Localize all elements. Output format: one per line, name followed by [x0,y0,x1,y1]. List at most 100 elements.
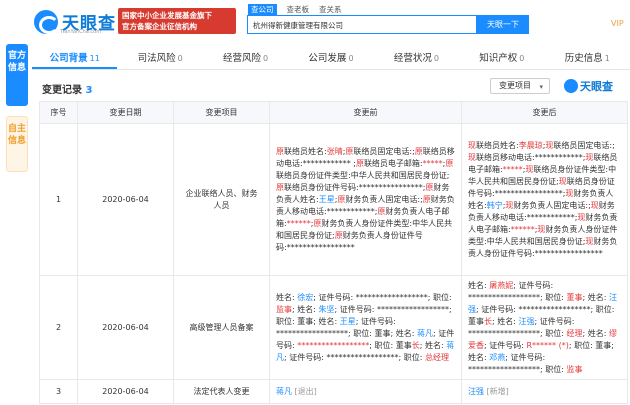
highlight-text: 监事 [276,304,292,314]
record-text: [退出] [294,386,317,396]
table-header-row: 序号 变更日期 变更项目 变更前 变更后 [39,101,628,124]
highlight-text: ***** [502,164,523,174]
record-text: ; 证件号码: ******************; 职位: [284,352,425,362]
person-link[interactable]: 王星 [340,317,356,326]
row-before: 原联络员姓名:张晴;原联络员固定电话:;原联络员移动电话:***********… [269,123,462,276]
col-before: 变更前 [269,101,462,124]
eye-logo-icon [564,79,578,93]
col-after: 变更后 [461,101,628,124]
highlight-text: ***** [422,158,443,168]
record-text: 姓名: [468,280,490,290]
person-link[interactable]: 汪强 [468,387,484,396]
highlight-text: 屠燕妮 [489,280,514,290]
record-text: 联络员固定电话:; [553,140,615,150]
tab-company-background[interactable]: 公司背景 11 [32,48,118,69]
search-button[interactable]: 天眼一下 [477,15,529,34]
highlight-text: 原 [355,158,364,168]
row-index: 2 [39,275,78,380]
row-item: 企业联络人员、财务人员 [173,123,270,276]
highlight-text: ****** [510,224,535,234]
side-tab-self[interactable]: 自主信息 [6,116,28,172]
person-link[interactable]: 王星 [319,195,335,204]
person-link[interactable]: 汪强 [518,317,534,326]
highlight-text: R****** (*) [526,340,569,350]
record-text: 联络员姓名: [476,140,519,150]
person-link[interactable]: 蒋凡 [417,329,433,338]
col-date: 变更日期 [77,101,174,124]
record-text: 联络员移动电话:************; [476,152,586,162]
chevron-down-icon: ▾ [539,83,543,91]
person-link[interactable]: 朱坚 [318,305,334,314]
tab-operating-risk[interactable]: 经营风险 0 [203,48,288,69]
record-text: 联络员电子邮箱: [363,158,423,168]
top-bar: 天眼查 TianYanCha.com 国家中小企业发展基金旗下 官方备案企业征信… [0,0,630,44]
highlight-text: 原 [276,146,284,156]
banner-line-2: 官方备案企业征信机构 [122,22,197,31]
search-type-tabs: 查公司 查老板 查关系 [248,4,352,15]
logo-subtitle: TianYanCha.com [60,29,102,35]
tab-search-boss[interactable]: 查老板 [287,4,310,15]
record-text: ; 姓名: [292,304,319,314]
highlight-text: ****************** [297,340,370,350]
table-row: 2 2020-06-04 高级管理人员备案 姓名: 徐宏; 证件号码: *******… [39,275,628,380]
record-text: ; 姓名: [582,328,609,338]
side-tab-official[interactable]: 官方信息 [6,44,28,106]
highlight-text: 总经理 [424,352,449,362]
table-row: 3 2020-06-04 法定代表人变更 蒋凡 [退出] 汪强 [新增] [39,379,628,404]
record-text: 联络员固定电话:; [353,146,415,156]
record-text: ; 证件号码: [484,340,527,350]
record-text: ; 姓名: [492,316,519,326]
record-text: ; 证件号码: ******************; 职位: [313,292,452,302]
person-link[interactable]: 蒋凡 [276,387,292,396]
row-date: 2020-06-04 [77,379,174,404]
row-item: 法定代表人变更 [173,379,270,404]
record-text: 财务负责人固定电话:; [345,194,423,204]
highlight-text: 现 [558,176,567,186]
highlight-text: 李晨琼 [518,140,543,150]
record-text: 联络员姓名: [284,146,327,156]
tab-company-development[interactable]: 公司发展 0 [288,48,373,69]
record-text: ; 姓名: [419,340,447,350]
row-before: 姓名: 徐宏; 证件号码: ******************; 职位: 监事… [269,275,462,380]
watermark: 天眼查 [564,78,613,94]
col-index: 序号 [39,101,78,124]
banner-line-1: 国家中小企业发展基金旗下 [122,11,212,20]
row-item: 高级管理人员备案 [173,275,270,380]
highlight-text: 张晴 [326,146,343,156]
record-text: 联络员身份证件号码:****************; [284,182,426,192]
eye-logo-icon [34,9,59,34]
tab-search-company[interactable]: 查公司 [248,4,277,15]
person-link[interactable]: 韩宁 [487,201,503,210]
official-banner: 国家中小企业发展基金旗下 官方备案企业征信机构 [118,8,236,34]
row-index: 1 [39,123,78,276]
tab-judicial-risk[interactable]: 司法风险 0 [117,48,202,69]
tab-search-relation[interactable]: 查关系 [319,4,342,15]
person-link[interactable]: 徐宏 [297,293,313,302]
row-date: 2020-06-04 [77,123,174,276]
col-item: 变更项目 [173,101,270,124]
highlight-text: 原 [414,146,423,156]
person-link[interactable]: 邓燕 [489,353,505,362]
highlight-text: 经理 [566,328,583,338]
tab-history[interactable]: 历史信息 1 [545,48,630,69]
record-text: ; 姓名: [582,292,609,302]
row-after: 姓名: 屠燕妮; 证件号码: ******************; 职位: 董… [461,275,628,380]
tab-intellectual-property[interactable]: 知识产权 0 [459,48,544,69]
change-item-select[interactable]: 变更项目 ▾ [490,78,550,94]
record-text: [新增] [486,386,509,396]
highlight-text: 长 [411,340,420,350]
highlight-text: 长 [484,316,492,326]
highlight-text: 原 [445,158,454,168]
search-input[interactable]: 杭州得新健康管理有限公司 [247,15,477,34]
side-tabs: 官方信息 自主信息 [6,44,28,172]
tab-operating-status[interactable]: 经营状况 0 [374,48,459,69]
record-text: 联络员身份证件类型:中华人民共和国居民身份证; [276,170,450,180]
category-nav: 公司背景 11 司法风险 0 经营风险 0 公司发展 0 经营状况 0 知识产权 0 历史信… [32,48,630,70]
row-date: 2020-06-04 [77,275,174,380]
vip-link[interactable]: VIP [611,19,624,28]
section-title: 变更记录 3 [42,85,93,96]
highlight-text: 原 [334,230,343,240]
highlight-text: 董事 [566,292,583,302]
highlight-text: 现 [468,152,476,162]
highlight-text: 原 [422,194,431,204]
